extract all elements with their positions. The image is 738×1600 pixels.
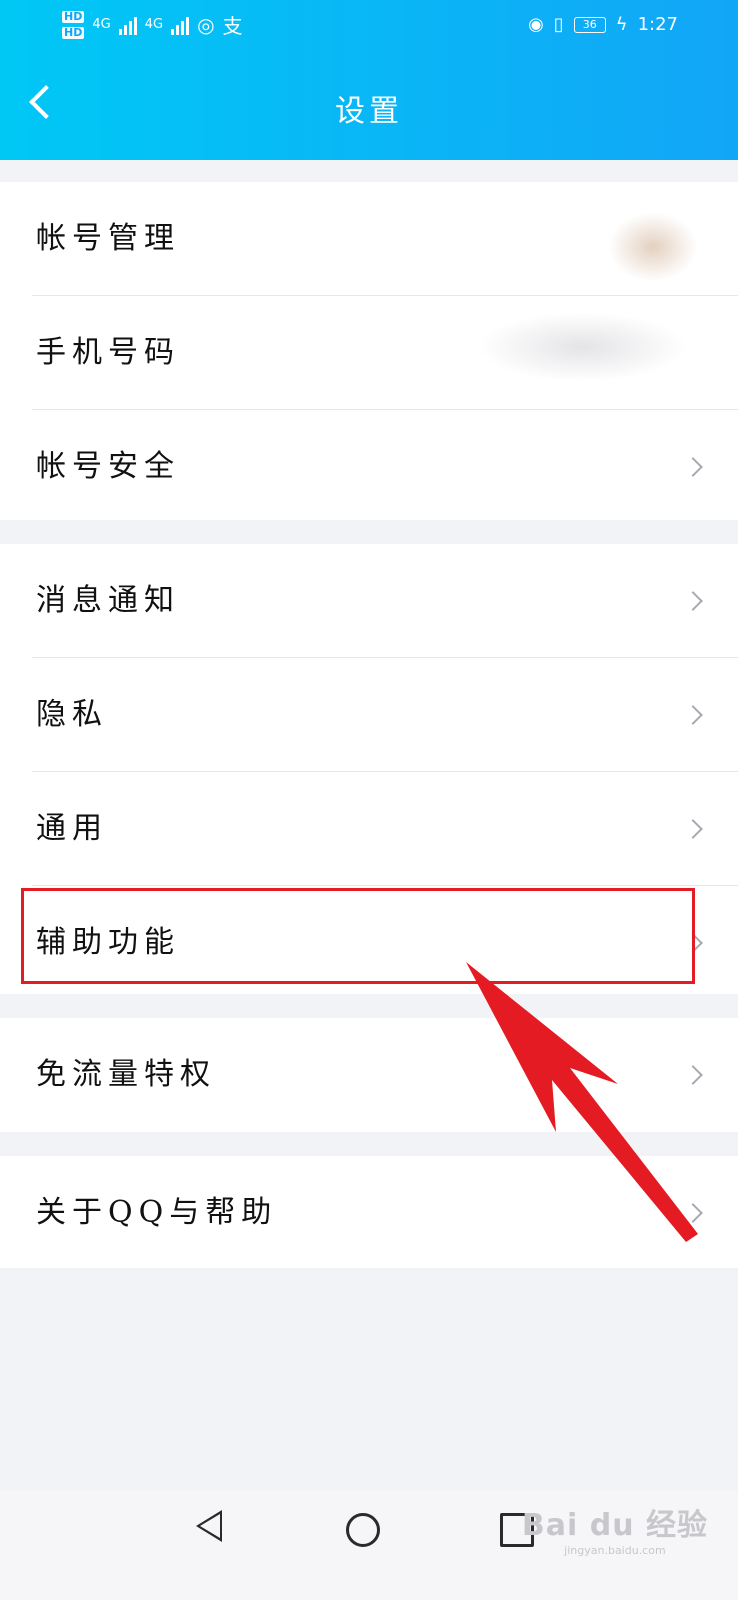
watermark-brand: Bai du 经验 (521, 1508, 708, 1543)
watermark: Bai du 经验 jingyan.baidu.com (522, 1500, 708, 1557)
nav-back-icon[interactable] (196, 1510, 222, 1542)
arrow-shape (466, 962, 698, 1242)
pointer-arrow-icon (466, 962, 698, 1242)
nav-home-icon[interactable] (346, 1513, 380, 1547)
watermark-url: jingyan.baidu.com (564, 1544, 666, 1557)
